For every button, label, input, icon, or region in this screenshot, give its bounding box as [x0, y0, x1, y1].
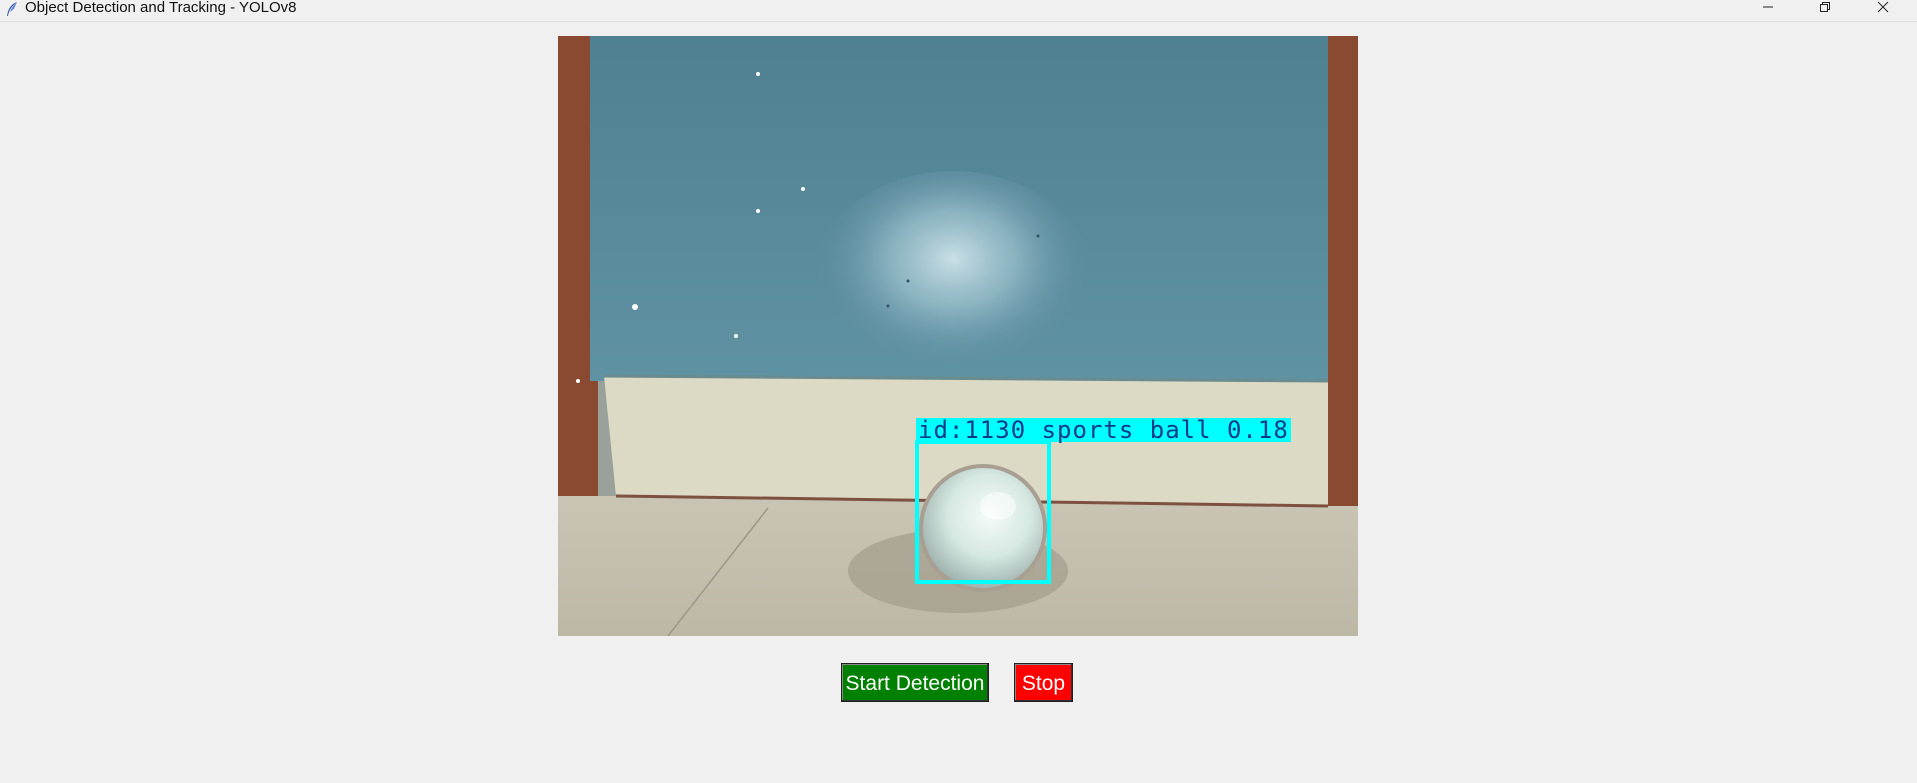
title-bar: Object Detection and Tracking - YOLOv8	[0, 0, 1917, 22]
restore-icon	[1820, 2, 1830, 12]
minimize-icon	[1763, 6, 1773, 8]
video-feed: id:1130 sports ball 0.18	[558, 36, 1358, 636]
minimize-button[interactable]	[1740, 0, 1796, 14]
feather-icon	[7, 2, 17, 16]
window-title: Object Detection and Tracking - YOLOv8	[25, 0, 297, 16]
detection-label: id:1130 sports ball 0.18	[916, 416, 1291, 444]
restore-button[interactable]	[1797, 0, 1853, 14]
stop-button[interactable]: Stop	[1014, 663, 1073, 702]
camera-frame	[558, 36, 1358, 636]
start-detection-button[interactable]: Start Detection	[841, 663, 989, 702]
close-button[interactable]	[1855, 0, 1911, 14]
close-icon	[1877, 1, 1889, 13]
